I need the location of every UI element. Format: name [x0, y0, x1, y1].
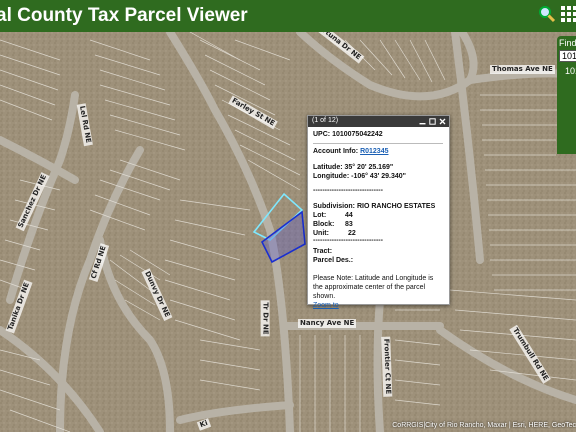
- upc-row: UPC: 1010075042242: [313, 131, 383, 138]
- find-panel: Find 101: [557, 36, 576, 154]
- unit-label: Unit:: [313, 230, 329, 237]
- unit-value: 22: [347, 230, 356, 237]
- subdivision-label: Subdivision:: [313, 203, 355, 210]
- block-value: 83: [344, 221, 353, 228]
- popup-count: (1 of 12): [312, 117, 339, 124]
- popup-header: (1 of 12): [308, 116, 449, 127]
- zoom-to-link[interactable]: Zoom to: [313, 302, 339, 309]
- longitude-label: Longitude:: [313, 173, 350, 180]
- parcel-popup: (1 of 12) UPC: 1010075042242 Account Inf…: [307, 115, 450, 309]
- previous-icon[interactable]: [419, 118, 426, 125]
- note-text: Please Note: Latitude and Longitude is t…: [313, 275, 434, 300]
- find-result[interactable]: 101: [565, 66, 576, 76]
- road-label: Nancy Ave NE: [298, 319, 357, 328]
- divider: [313, 143, 443, 144]
- lot-row: Lot: 44: [313, 212, 353, 219]
- satellite-imagery: [0, 32, 576, 432]
- divider-text: ------------------------------: [313, 237, 383, 244]
- latitude-label: Latitude:: [313, 164, 343, 171]
- tract-label: Tract:: [313, 248, 333, 255]
- find-label: Find: [559, 38, 576, 48]
- search-icon[interactable]: [538, 5, 556, 23]
- close-icon[interactable]: [439, 118, 446, 125]
- account-label: Account Info:: [313, 148, 359, 155]
- road-label: Tr Dr NE: [260, 300, 270, 337]
- longitude-value: -106° 43' 29.340": [351, 173, 406, 180]
- map-view[interactable]: Fortuna Dr NE Thomas Ave NE Farley St NE…: [0, 32, 576, 432]
- lot-value: 44: [344, 212, 353, 219]
- divider-text: ------------------------------: [313, 187, 383, 194]
- upc-value: 1010075042242: [332, 131, 383, 138]
- map-attribution: CoRRGIS|City of Rio Rancho, Maxar | Esri…: [392, 422, 576, 429]
- block-row: Block: 83: [313, 221, 353, 228]
- grid-icon[interactable]: [560, 5, 576, 23]
- subdivision-row: Subdivision: RIO RANCHO ESTATES: [313, 203, 435, 210]
- parcel-des-label: Parcel Des.:: [313, 257, 354, 264]
- upc-label: UPC:: [313, 131, 331, 138]
- find-input[interactable]: [559, 50, 576, 62]
- road-label: Thomas Ave NE: [490, 65, 555, 74]
- app-header: al County Tax Parcel Viewer: [0, 0, 576, 32]
- longitude-row: Longitude: -106° 43' 29.340": [313, 173, 406, 180]
- account-link[interactable]: R012345: [360, 148, 388, 155]
- account-row: Account Info: R012345: [313, 148, 388, 155]
- lot-label: Lot:: [313, 212, 327, 219]
- latitude-value: 35° 20' 25.169": [344, 164, 394, 171]
- subdivision-value: RIO RANCHO ESTATES: [356, 203, 436, 210]
- latitude-row: Latitude: 35° 20' 25.169": [313, 164, 393, 171]
- app-title: al County Tax Parcel Viewer: [0, 5, 248, 26]
- unit-row: Unit: 22: [313, 230, 356, 237]
- block-label: Block:: [313, 221, 335, 228]
- maximize-icon[interactable]: [429, 118, 436, 125]
